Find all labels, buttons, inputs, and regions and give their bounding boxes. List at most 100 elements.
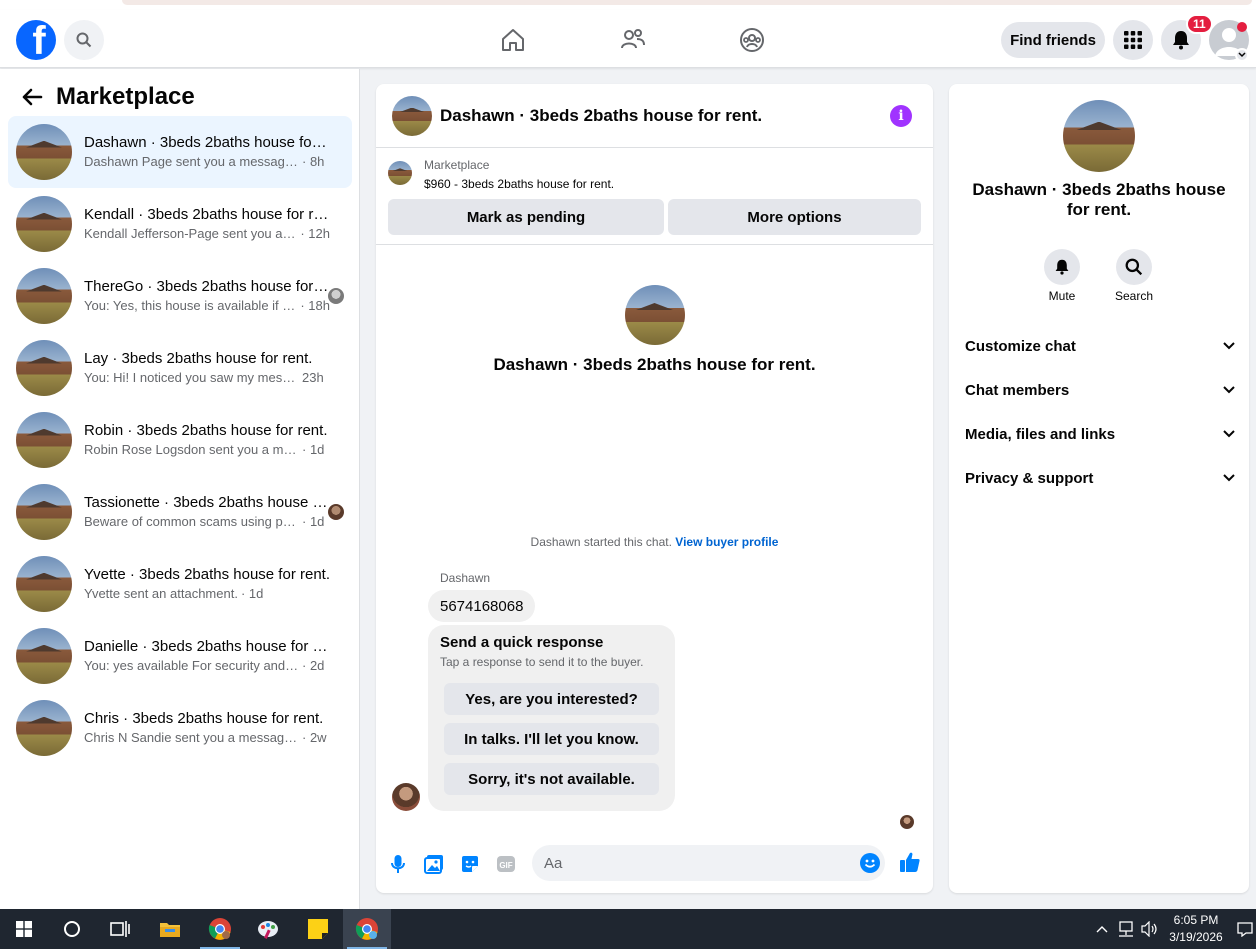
- listing-description[interactable]: $960 - 3beds 2baths house for rent.: [424, 177, 614, 191]
- privacy-support-section[interactable]: Privacy & support: [965, 460, 1235, 496]
- windows-taskbar: 6:05 PM 3/19/2026: [0, 909, 1256, 949]
- listing-avatar: [16, 628, 72, 684]
- chrome-icon: [208, 918, 231, 940]
- info-icon[interactable]: i: [890, 105, 912, 127]
- show-hidden-icons[interactable]: [1094, 920, 1110, 938]
- listing-avatar: [16, 484, 72, 540]
- conversation-item[interactable]: Dashawn · 3beds 2baths house for rent. D…: [8, 116, 352, 188]
- home-tab[interactable]: [497, 24, 529, 56]
- network-icon: [1119, 921, 1133, 937]
- chat-avatar[interactable]: [392, 95, 432, 136]
- conversation-title: Chris · 3beds 2baths house for rent.: [84, 710, 324, 727]
- task-view-button[interactable]: [96, 909, 144, 949]
- taskbar-clock[interactable]: 6:05 PM 3/19/2026: [1164, 912, 1228, 946]
- facebook-logo-icon[interactable]: f: [16, 20, 56, 60]
- sender-avatar[interactable]: [392, 783, 420, 811]
- section-label: Chat members: [965, 381, 1070, 399]
- action-center-button[interactable]: [1236, 920, 1254, 938]
- find-friends-button[interactable]: Find friends: [1001, 22, 1105, 58]
- chat-details-panel: Dashawn · 3beds 2baths house for rent. M…: [949, 84, 1249, 893]
- search-icon: [76, 32, 92, 48]
- chevron-down-icon: [1223, 474, 1235, 482]
- voice-clip-button[interactable]: [387, 853, 409, 875]
- search-action[interactable]: Search: [1104, 249, 1164, 303]
- panel-avatar[interactable]: [1063, 100, 1135, 172]
- conversation-item[interactable]: Robin · 3beds 2baths house for rent. Rob…: [8, 404, 352, 476]
- page-title: Marketplace: [56, 83, 195, 110]
- search-button[interactable]: [64, 20, 104, 60]
- start-button[interactable]: [0, 909, 48, 949]
- message-input[interactable]: [532, 845, 885, 881]
- conversation-item[interactable]: ThereGo · 3beds 2baths house for rent. Y…: [8, 260, 352, 332]
- more-options-button[interactable]: More options: [668, 199, 921, 235]
- quick-response-title: Send a quick response: [440, 634, 604, 651]
- attach-photo-button[interactable]: [423, 853, 445, 875]
- media-files-links-section[interactable]: Media, files and links: [965, 416, 1235, 452]
- file-explorer-button[interactable]: [146, 909, 194, 949]
- task-view-icon: [110, 921, 130, 937]
- paint-palette-icon: [258, 921, 278, 939]
- mute-action[interactable]: Mute: [1032, 249, 1092, 303]
- conversation-time: 23h: [302, 370, 324, 385]
- quick-reply-interested[interactable]: Yes, are you interested?: [444, 683, 659, 715]
- sender-name: Dashawn: [440, 571, 491, 585]
- customize-chat-section[interactable]: Customize chat: [965, 328, 1235, 364]
- conversation-item[interactable]: Kendall · 3beds 2baths house for rent. K…: [8, 188, 352, 260]
- conversation-preview: Beware of common scams using payment: [84, 514, 299, 529]
- menu-button[interactable]: [1113, 20, 1153, 60]
- conversation-preview: You: Yes, this house is available if you: [84, 298, 298, 313]
- quick-reply-not-available[interactable]: Sorry, it's not available.: [444, 763, 659, 795]
- top-navigation: f Find friends 11: [0, 10, 1256, 68]
- paint-app-button[interactable]: [244, 909, 292, 949]
- conversation-item[interactable]: Lay · 3beds 2baths house for rent. You: …: [8, 332, 352, 404]
- chrome-active-window-button[interactable]: [343, 909, 391, 949]
- chat-title[interactable]: Dashawn · 3beds 2baths house for rent.: [440, 106, 762, 126]
- listing-thumbnail[interactable]: [388, 161, 412, 185]
- conversation-item[interactable]: Danielle · 3beds 2baths house for rent. …: [8, 620, 352, 692]
- back-arrow-icon[interactable]: [20, 85, 44, 109]
- cortana-circle-icon: [64, 921, 80, 937]
- conversation-item[interactable]: Tassionette · 3beds 2baths house for ren…: [8, 476, 352, 548]
- sticky-notes-button[interactable]: [294, 909, 342, 949]
- chevron-down-icon: [1223, 342, 1235, 350]
- listing-avatar: [16, 268, 72, 324]
- search-icon: [1125, 258, 1143, 276]
- conversation-title: ThereGo · 3beds 2baths house for rent.: [84, 278, 330, 295]
- chat-members-section[interactable]: Chat members: [965, 372, 1235, 408]
- emoji-button[interactable]: [860, 853, 880, 873]
- conversation-time: · 1d: [302, 514, 325, 529]
- quick-reply-in-talks[interactable]: In talks. I'll let you know.: [444, 723, 659, 755]
- groups-icon: [740, 28, 764, 52]
- read-receipt-avatar: [900, 815, 914, 829]
- friends-tab[interactable]: [617, 24, 649, 56]
- address-bar-edge: [122, 0, 1252, 5]
- account-chevron-icon[interactable]: [1235, 48, 1249, 62]
- smile-icon: [864, 859, 876, 868]
- network-tray-button[interactable]: [1117, 920, 1137, 938]
- message-composer: GIF: [376, 843, 933, 885]
- speaker-icon: [1141, 921, 1157, 937]
- search-label: Search: [1114, 289, 1154, 303]
- cortana-button[interactable]: [48, 909, 96, 949]
- mark-pending-button[interactable]: Mark as pending: [388, 199, 664, 235]
- grid-menu-icon: [1124, 31, 1142, 49]
- notification-center-icon: [1237, 922, 1253, 937]
- gif-button[interactable]: GIF: [495, 853, 517, 875]
- windows-logo-icon: [16, 921, 32, 937]
- sticker-button[interactable]: [459, 853, 481, 875]
- groups-tab[interactable]: [736, 24, 768, 56]
- like-button[interactable]: [899, 851, 921, 873]
- view-buyer-profile-link[interactable]: View buyer profile: [675, 535, 778, 549]
- chrome-taskbar-button[interactable]: [196, 909, 244, 949]
- conversation-title: Yvette · 3beds 2baths house for rent.: [84, 566, 330, 583]
- conversation-item[interactable]: Yvette · 3beds 2baths house for rent. Yv…: [8, 548, 352, 620]
- volume-tray-button[interactable]: [1141, 920, 1159, 938]
- chat-header: Dashawn · 3beds 2baths house for rent. i: [376, 84, 933, 148]
- conversation-time: · 1d: [240, 586, 264, 601]
- conversation-preview: Chris N Sandie sent you a message about: [84, 730, 299, 745]
- thumbs-up-icon: [900, 852, 920, 872]
- svg-text:GIF: GIF: [499, 861, 512, 870]
- conversation-item[interactable]: Chris · 3beds 2baths house for rent. Chr…: [8, 692, 352, 764]
- message-bubble[interactable]: 5674168068: [428, 590, 536, 622]
- sidebar-header: Marketplace: [20, 83, 195, 111]
